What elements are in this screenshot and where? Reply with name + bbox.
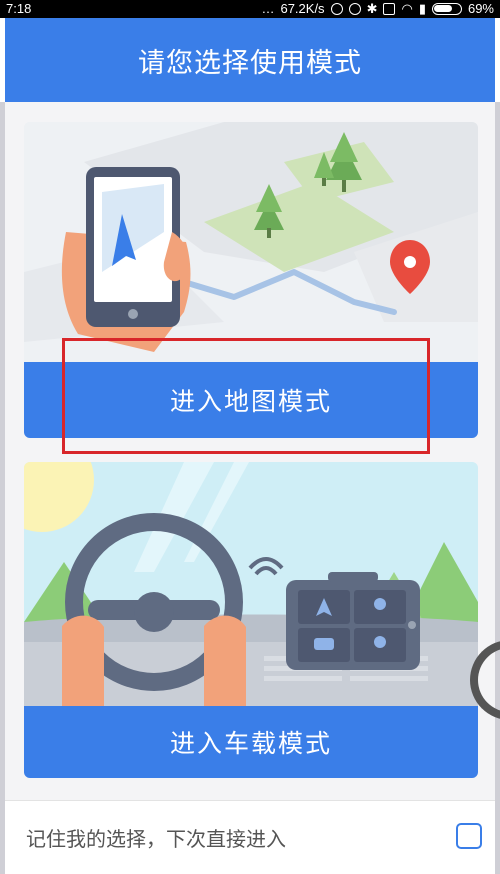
car-display-icon xyxy=(286,572,420,670)
settings-icon xyxy=(383,3,396,15)
sync-icon xyxy=(348,3,361,15)
remember-choice-row[interactable]: 记住我的选择，下次直接进入 xyxy=(5,800,495,874)
page-header: 请您选择使用模式 xyxy=(5,18,495,102)
page-title: 请您选择使用模式 xyxy=(138,47,362,79)
battery-percent: 69% xyxy=(467,1,494,16)
status-time: 7:18 xyxy=(6,1,32,16)
enter-map-mode-button[interactable]: 进入地图模式 xyxy=(24,362,478,438)
mode-selection: 进入地图模式 进入车载模式 xyxy=(5,102,495,874)
network-speed: 67.2K/s xyxy=(280,1,325,16)
more-dots-icon: … xyxy=(261,1,275,16)
phone-icon xyxy=(86,167,180,327)
status-bar: 7:18 … 67.2K/s ✱ ◠ ▮ 69% xyxy=(0,0,500,18)
map-mode-card[interactable]: 进入地图模式 xyxy=(24,122,478,438)
battery-icon xyxy=(431,3,462,15)
remember-choice-checkbox[interactable] xyxy=(456,823,482,849)
status-icons: … 67.2K/s ✱ ◠ ▮ 69% xyxy=(261,0,494,18)
car-illustration xyxy=(24,462,478,706)
enter-car-mode-button[interactable]: 进入车载模式 xyxy=(24,706,478,778)
car-mode-card[interactable]: 进入车载模式 xyxy=(24,462,478,778)
wifi-icon: ◠ xyxy=(401,1,413,16)
bluetooth-icon: ✱ xyxy=(366,1,378,16)
signal-icon: ▮ xyxy=(418,1,426,16)
right-edge xyxy=(495,102,500,874)
hotspot-icon xyxy=(330,3,343,15)
remember-choice-label: 记住我的选择，下次直接进入 xyxy=(26,827,286,851)
map-illustration xyxy=(24,122,478,362)
